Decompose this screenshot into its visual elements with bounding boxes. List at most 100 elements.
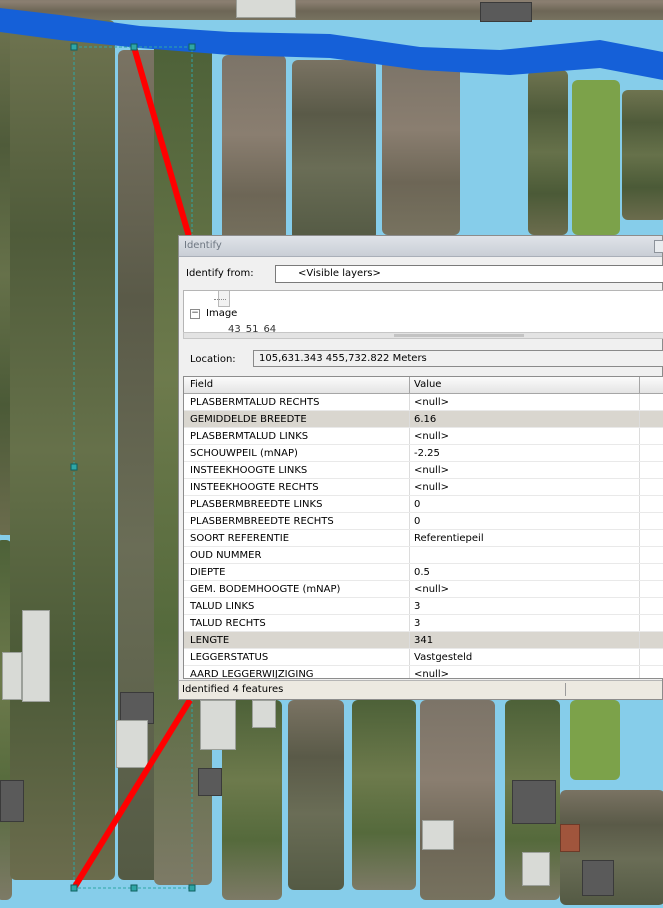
value-cell: -2.25 — [414, 448, 440, 459]
close-icon[interactable] — [654, 240, 663, 253]
table-row[interactable]: PLASBERMTALUD LINKS <null> — [184, 428, 663, 445]
table-row[interactable]: GEM. BODEMHOOGTE (mNAP) <null> — [184, 581, 663, 598]
value-cell: 6.16 — [414, 414, 437, 425]
tree-node-image[interactable]: Image — [206, 308, 237, 319]
table-row[interactable]: SCHOUWPEIL (mNAP) -2.25 — [184, 445, 663, 462]
table-row[interactable]: LEGGERSTATUS Vastgesteld — [184, 649, 663, 666]
value-cell: Vastgesteld — [414, 652, 473, 663]
field-cell: GEMIDDELDE BREEDTE — [190, 414, 307, 425]
column-divider — [639, 547, 640, 563]
attribute-table[interactable]: Field Value PLASBERMTALUD RECHTS <null> GE… — [183, 376, 663, 679]
field-cell: GEM. BODEMHOOGTE (mNAP) — [190, 584, 341, 595]
column-divider — [409, 598, 410, 614]
table-row[interactable]: PLASBERMBREEDTE LINKS 0 — [184, 496, 663, 513]
column-divider — [409, 632, 410, 648]
results-tree[interactable]: − Image 43_51_64 — [183, 290, 663, 336]
title-bar[interactable]: Identify — [179, 236, 663, 257]
value-cell: 0.5 — [414, 567, 430, 578]
column-divider — [639, 428, 640, 444]
identify-from-dropdown[interactable]: <Visible layers> — [275, 265, 663, 283]
value-cell: <null> — [414, 669, 449, 679]
column-divider — [639, 513, 640, 529]
table-row[interactable]: AARD LEGGERWIJZIGING <null> — [184, 666, 663, 679]
table-row[interactable]: OUD NUMMER — [184, 547, 663, 564]
table-row[interactable]: TALUD LINKS 3 — [184, 598, 663, 615]
column-divider — [409, 581, 410, 597]
column-divider — [409, 513, 410, 529]
field-cell: LEGGERSTATUS — [190, 652, 269, 663]
column-header-field[interactable]: Field — [190, 379, 213, 390]
column-divider — [409, 615, 410, 631]
column-divider — [639, 581, 640, 597]
field-cell: PLASBERMTALUD LINKS — [190, 431, 309, 442]
column-divider — [409, 445, 410, 461]
column-divider — [639, 615, 640, 631]
table-row[interactable]: INSTEEKHOOGTE RECHTS <null> — [184, 479, 663, 496]
value-cell: <null> — [414, 584, 449, 595]
table-row[interactable]: SOORT REFERENTIE Referentiepeil — [184, 530, 663, 547]
field-cell: PLASBERMBREEDTE RECHTS — [190, 516, 334, 527]
column-divider[interactable] — [639, 377, 640, 393]
column-divider — [409, 428, 410, 444]
table-row[interactable]: PLASBERMTALUD RECHTS <null> — [184, 394, 663, 411]
identify-window[interactable]: Identify Identify from: <Visible layers>… — [178, 235, 663, 700]
column-divider — [409, 547, 410, 563]
column-divider — [639, 462, 640, 478]
column-divider — [639, 632, 640, 648]
table-row[interactable]: LENGTE 341 — [184, 632, 663, 649]
status-text: Identified 4 features — [182, 684, 284, 695]
column-header-value[interactable]: Value — [414, 379, 441, 390]
column-divider — [639, 564, 640, 580]
value-cell: 0 — [414, 499, 421, 510]
column-divider — [639, 496, 640, 512]
field-cell: LENGTE — [190, 635, 230, 646]
field-cell: INSTEEKHOOGTE RECHTS — [190, 482, 319, 493]
value-cell: <null> — [414, 465, 449, 476]
table-row[interactable]: PLASBERMBREEDTE RECHTS 0 — [184, 513, 663, 530]
field-cell: PLASBERMTALUD RECHTS — [190, 397, 320, 408]
column-divider — [639, 411, 640, 427]
table-row[interactable]: INSTEEKHOOGTE LINKS <null> — [184, 462, 663, 479]
location-field: 105,631.343 455,732.822 Meters — [253, 350, 663, 367]
identify-from-label: Identify from: — [186, 268, 254, 279]
field-cell: AARD LEGGERWIJZIGING — [190, 669, 314, 679]
scrollbar-thumb[interactable] — [394, 334, 524, 337]
field-cell: TALUD RECHTS — [190, 618, 266, 629]
column-divider — [409, 411, 410, 427]
table-row[interactable]: TALUD RECHTS 3 — [184, 615, 663, 632]
table-row[interactable]: DIEPTE 0.5 — [184, 564, 663, 581]
column-divider — [409, 394, 410, 410]
tree-connector — [214, 299, 226, 300]
window-title: Identify — [184, 240, 222, 251]
column-divider — [639, 394, 640, 410]
column-divider — [409, 649, 410, 665]
field-cell: TALUD LINKS — [190, 601, 255, 612]
column-divider — [409, 496, 410, 512]
value-cell: 3 — [414, 618, 421, 629]
column-divider — [639, 479, 640, 495]
value-cell: 0 — [414, 516, 421, 527]
column-divider — [409, 666, 410, 678]
collapse-icon[interactable]: − — [190, 309, 200, 319]
field-cell: SCHOUWPEIL (mNAP) — [190, 448, 298, 459]
column-divider — [639, 649, 640, 665]
column-divider — [409, 530, 410, 546]
value-cell: 341 — [414, 635, 434, 646]
status-divider — [565, 683, 566, 696]
field-cell: OUD NUMMER — [190, 550, 262, 561]
value-cell: <null> — [414, 431, 449, 442]
field-cell: SOORT REFERENTIE — [190, 533, 290, 544]
field-cell: INSTEEKHOOGTE LINKS — [190, 465, 308, 476]
column-divider — [409, 479, 410, 495]
column-divider — [639, 445, 640, 461]
table-row[interactable]: GEMIDDELDE BREEDTE 6.16 — [184, 411, 663, 428]
table-body: PLASBERMTALUD RECHTS <null> GEMIDDELDE BRE… — [184, 394, 663, 679]
column-divider[interactable] — [409, 377, 410, 393]
value-cell: Referentiepeil — [414, 533, 484, 544]
column-divider — [409, 462, 410, 478]
value-cell: <null> — [414, 482, 449, 493]
tree-scrollbar[interactable] — [183, 332, 663, 339]
value-cell: 3 — [414, 601, 421, 612]
table-header: Field Value — [184, 377, 663, 394]
field-cell: PLASBERMBREEDTE LINKS — [190, 499, 323, 510]
